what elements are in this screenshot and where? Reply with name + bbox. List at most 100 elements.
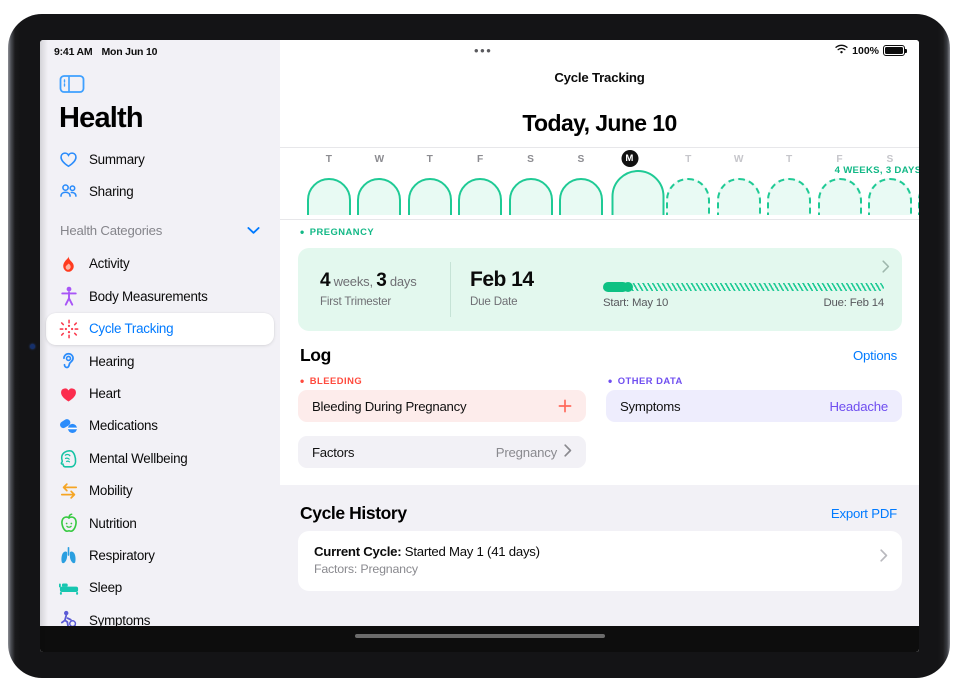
status-date: Mon Jun 10	[101, 46, 158, 58]
body-figure-icon	[58, 286, 79, 307]
progress-track	[603, 283, 884, 291]
cycle-day-capsule[interactable]	[458, 178, 503, 215]
sidebar-toggle-icon[interactable]	[59, 74, 85, 94]
nav-title: Cycle Tracking	[554, 70, 645, 85]
chevron-down-icon[interactable]	[247, 224, 260, 238]
cycle-day-capsule[interactable]	[559, 178, 603, 215]
cycle-day-strip[interactable]: TWTFSSMTWTFSS	[280, 148, 919, 215]
apple-icon	[58, 513, 79, 534]
day-label-11: S	[886, 154, 894, 165]
cycle-day-capsule[interactable]	[307, 178, 351, 215]
day-label-4: S	[527, 154, 535, 165]
sidebar-item-label: Mobility	[89, 483, 133, 499]
symptoms-row[interactable]: Symptoms Headache	[606, 390, 902, 422]
factors-value: Pregnancy	[495, 444, 557, 460]
cycle-day-capsule[interactable]	[508, 178, 553, 215]
sidebar-item-label: Heart	[89, 386, 121, 402]
current-cycle-factors: Factors: Pregnancy	[314, 562, 418, 576]
sidebar-item-label: Activity	[89, 256, 130, 272]
cycle-day-capsule[interactable]	[611, 170, 665, 215]
cycle-day-capsule[interactable]	[716, 178, 761, 215]
factors-row[interactable]: Factors Pregnancy	[298, 436, 586, 468]
wifi-icon	[835, 44, 848, 57]
chevron-right-icon[interactable]	[882, 260, 890, 276]
symptoms-value: Headache	[829, 398, 888, 414]
cycle-day-capsule[interactable]	[666, 178, 711, 215]
sidebar-item-summary[interactable]: Summary	[46, 143, 274, 175]
bleeding-during-pregnancy-row[interactable]: Bleeding During Pregnancy	[298, 390, 586, 422]
sidebar-item-label: Medications	[89, 418, 158, 434]
bullet-icon: •	[300, 224, 305, 239]
day-label-1: W	[374, 154, 385, 165]
weeks-number: 4	[320, 270, 331, 291]
pregnancy-progress-block: Start: May 10 Due: Feb 14	[603, 282, 884, 309]
sidebar-item-label: Hearing	[89, 353, 135, 369]
factors-label: Factors	[312, 444, 355, 460]
pregnancy-header-label: PREGNANCY	[309, 226, 375, 237]
progress-labels: Start: May 10 Due: Feb 14	[603, 297, 884, 309]
sidebar-item-cycle-tracking[interactable]: Cycle Tracking	[46, 312, 274, 345]
sidebar-item-sleep[interactable]: Sleep	[46, 572, 274, 604]
cycle-day-capsule[interactable]	[767, 178, 812, 215]
flame-icon	[58, 253, 79, 274]
due-date-value: Feb 14	[470, 268, 534, 291]
sidebar-item-hearing[interactable]: Hearing	[46, 345, 274, 377]
sidebar-item-sharing[interactable]: Sharing	[46, 175, 274, 207]
arrows-icon	[58, 480, 79, 501]
factors-value-group: Pregnancy	[496, 444, 572, 460]
days-word: days	[389, 274, 417, 289]
people-icon	[58, 181, 79, 202]
ear-icon	[58, 351, 79, 372]
sidebar-item-activity[interactable]: Activity	[46, 248, 274, 280]
battery-icon	[883, 45, 907, 56]
sidebar-nav: Summary Sharing Health Categories Activi…	[46, 143, 274, 652]
cycle-day-capsule[interactable]	[918, 178, 919, 215]
plus-icon[interactable]	[558, 399, 572, 413]
today-date-heading: Today, June 10	[522, 110, 677, 136]
weeks-word: weeks,	[333, 274, 373, 289]
day-label-7: T	[685, 154, 692, 165]
day-label-10: F	[836, 154, 843, 165]
cycle-sparkle-icon	[58, 318, 79, 339]
pills-icon	[58, 415, 79, 436]
log-section-title: Log	[300, 345, 331, 365]
sidebar-item-mobility[interactable]: Mobility	[46, 475, 274, 507]
sidebar-item-medications[interactable]: Medications	[46, 410, 274, 442]
pregnancy-section-header: • PREGNANCY	[300, 224, 375, 239]
chevron-right-icon[interactable]	[564, 444, 572, 460]
day-label-5: S	[577, 154, 585, 165]
day-label-2: T	[426, 154, 434, 165]
sidebar-item-label: Sleep	[89, 580, 122, 596]
symptoms-label: Symptoms	[620, 398, 681, 414]
pregnancy-card[interactable]: 4 weeks, 3 days First Trimester Feb 14 D…	[298, 248, 902, 331]
progress-start-label: Start: May 10	[603, 297, 669, 309]
cycle-history-title: Cycle History	[300, 503, 407, 523]
sidebar-section-health-categories[interactable]: Health Categories	[46, 214, 274, 248]
cycle-day-capsule[interactable]	[868, 178, 912, 215]
sidebar-item-body-measurements[interactable]: Body Measurements	[46, 280, 274, 312]
sidebar-item-heart[interactable]: Heart	[46, 377, 274, 409]
cycle-day-capsule[interactable]	[817, 178, 862, 215]
head-brain-icon	[58, 448, 79, 469]
screen-left-shadow	[40, 40, 48, 652]
more-dots-icon[interactable]: •••	[474, 44, 492, 57]
due-date-block: Feb 14 Due Date	[470, 268, 534, 308]
chevron-right-icon[interactable]	[880, 549, 888, 565]
trimester-label: First Trimester	[320, 295, 392, 308]
cycle-day-capsule[interactable]	[357, 178, 402, 215]
detail-pane: ••• 100% Cycle Tracking Today, June 10 T…	[280, 40, 919, 652]
current-cycle-row[interactable]: Current Cycle: Started May 1 (41 days) F…	[298, 531, 902, 591]
progress-bar	[603, 282, 884, 292]
sidebar-item-label: Respiratory	[89, 547, 155, 563]
current-cycle-label: Current Cycle:	[314, 544, 402, 559]
cycle-day-capsule[interactable]	[407, 178, 452, 215]
sidebar-item-label: Mental Wellbeing	[89, 450, 188, 466]
sidebar-item-nutrition[interactable]: Nutrition	[46, 507, 274, 539]
day-label-6: M	[621, 150, 638, 167]
sidebar-item-respiratory[interactable]: Respiratory	[46, 539, 274, 571]
bezel-sensor-dot	[30, 344, 35, 349]
sidebar-item-mental-wellbeing[interactable]: Mental Wellbeing	[46, 442, 274, 474]
gestation-duration-label: 4 WEEKS, 3 DAYS	[834, 165, 919, 176]
export-pdf-button[interactable]: Export PDF	[831, 506, 897, 521]
options-button[interactable]: Options	[853, 348, 897, 363]
